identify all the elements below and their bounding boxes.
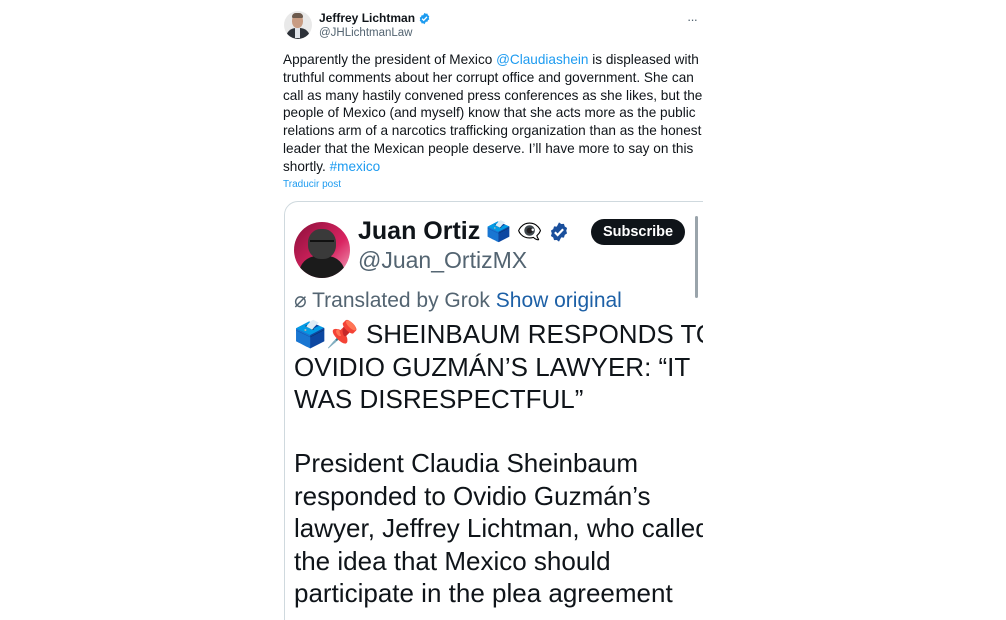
- quoted-body-line: responded to Ovidio Guzmán’s: [294, 480, 651, 511]
- mention-link[interactable]: @Claudiashein: [496, 52, 588, 67]
- tweet-text-line: relations arm of a narcotics trafficking…: [283, 123, 702, 139]
- quoted-author-avatar: [294, 222, 350, 278]
- quoted-author-name-row: Juan Ortiz 🗳️ 👁‍🗨: [358, 217, 570, 246]
- quoted-body-text: President Claudia Sheinbaum responded to …: [294, 447, 703, 610]
- tweet-text-segment: Apparently the president of Mexico: [283, 52, 497, 67]
- tweet: Jeffrey Lichtman @JHLichtmanLaw ··· Appa…: [283, 0, 703, 620]
- quoted-body-line: the idea that Mexico should: [294, 545, 611, 576]
- quoted-author-name: Juan Ortiz: [358, 217, 481, 245]
- author-handle[interactable]: @JHLichtmanLaw: [319, 27, 413, 39]
- grok-icon: ⌀: [294, 289, 307, 312]
- quoted-author-handle: @Juan_OrtizMX: [358, 247, 528, 273]
- author-name[interactable]: Jeffrey Lichtman: [319, 11, 415, 25]
- tweet-text-line: shortly. #mexico: [283, 158, 703, 176]
- tweet-text-line: Apparently the president of Mexico @Clau…: [283, 51, 703, 69]
- tweet-text-line: leader that the Mexican people deserve. …: [283, 140, 694, 156]
- hashtag-link[interactable]: #mexico: [330, 159, 381, 174]
- tweet-text-segment: is displeased with my: [592, 52, 703, 67]
- quoted-body-line: participate in the plea agreement: [294, 578, 673, 608]
- eye-speech-icon: 👁‍🗨: [517, 221, 543, 243]
- verified-badge-icon: [550, 221, 568, 242]
- quoted-body-line: President Claudia Sheinbaum: [294, 448, 638, 478]
- quoted-body-line: lawyer, Jeffrey Lichtman, who called: [294, 513, 703, 543]
- translated-by-label: Translated by Grok: [312, 289, 490, 312]
- author-name-row[interactable]: Jeffrey Lichtman: [319, 11, 431, 25]
- quoted-headline-line: OVIDIO GUZMÁN’S LAWYER: “IT: [294, 351, 691, 382]
- show-original-link: Show original: [495, 289, 622, 312]
- ballot-box-icon: 🗳️: [486, 221, 512, 243]
- translate-post-link[interactable]: Traducir post: [283, 179, 341, 190]
- tweet-text-line: people of Mexico (and myself) know that …: [283, 105, 696, 121]
- quoted-headline-line: WAS DISRESPECTFUL”: [294, 384, 584, 414]
- grok-translation-row: ⌀ Translated by Grok Show original: [294, 288, 622, 313]
- author-avatar[interactable]: [284, 11, 312, 39]
- verified-badge-icon: [419, 12, 430, 24]
- tweet-text-segment: shortly.: [283, 158, 330, 174]
- tweet-header: Jeffrey Lichtman @JHLichtmanLaw ···: [283, 10, 703, 46]
- scrollbar: [695, 216, 698, 298]
- quoted-image-card[interactable]: Juan Ortiz 🗳️ 👁‍🗨 @Juan_OrtizMX Subscrib…: [284, 201, 703, 620]
- tweet-text-line: truthful comments about her corrupt offi…: [283, 69, 694, 85]
- tweet-text: Apparently the president of Mexico @Clau…: [283, 51, 703, 176]
- more-horizontal-icon[interactable]: ···: [687, 12, 698, 27]
- quoted-headline: 🗳️📌 SHEINBAUM RESPONDS TO OVIDIO GUZMÁN’S…: [294, 318, 703, 416]
- quoted-headline-line: 🗳️📌 SHEINBAUM RESPONDS TO: [294, 319, 703, 349]
- subscribe-button: Subscribe: [591, 219, 685, 245]
- tweet-text-line: call as many hastily convened press conf…: [283, 87, 703, 103]
